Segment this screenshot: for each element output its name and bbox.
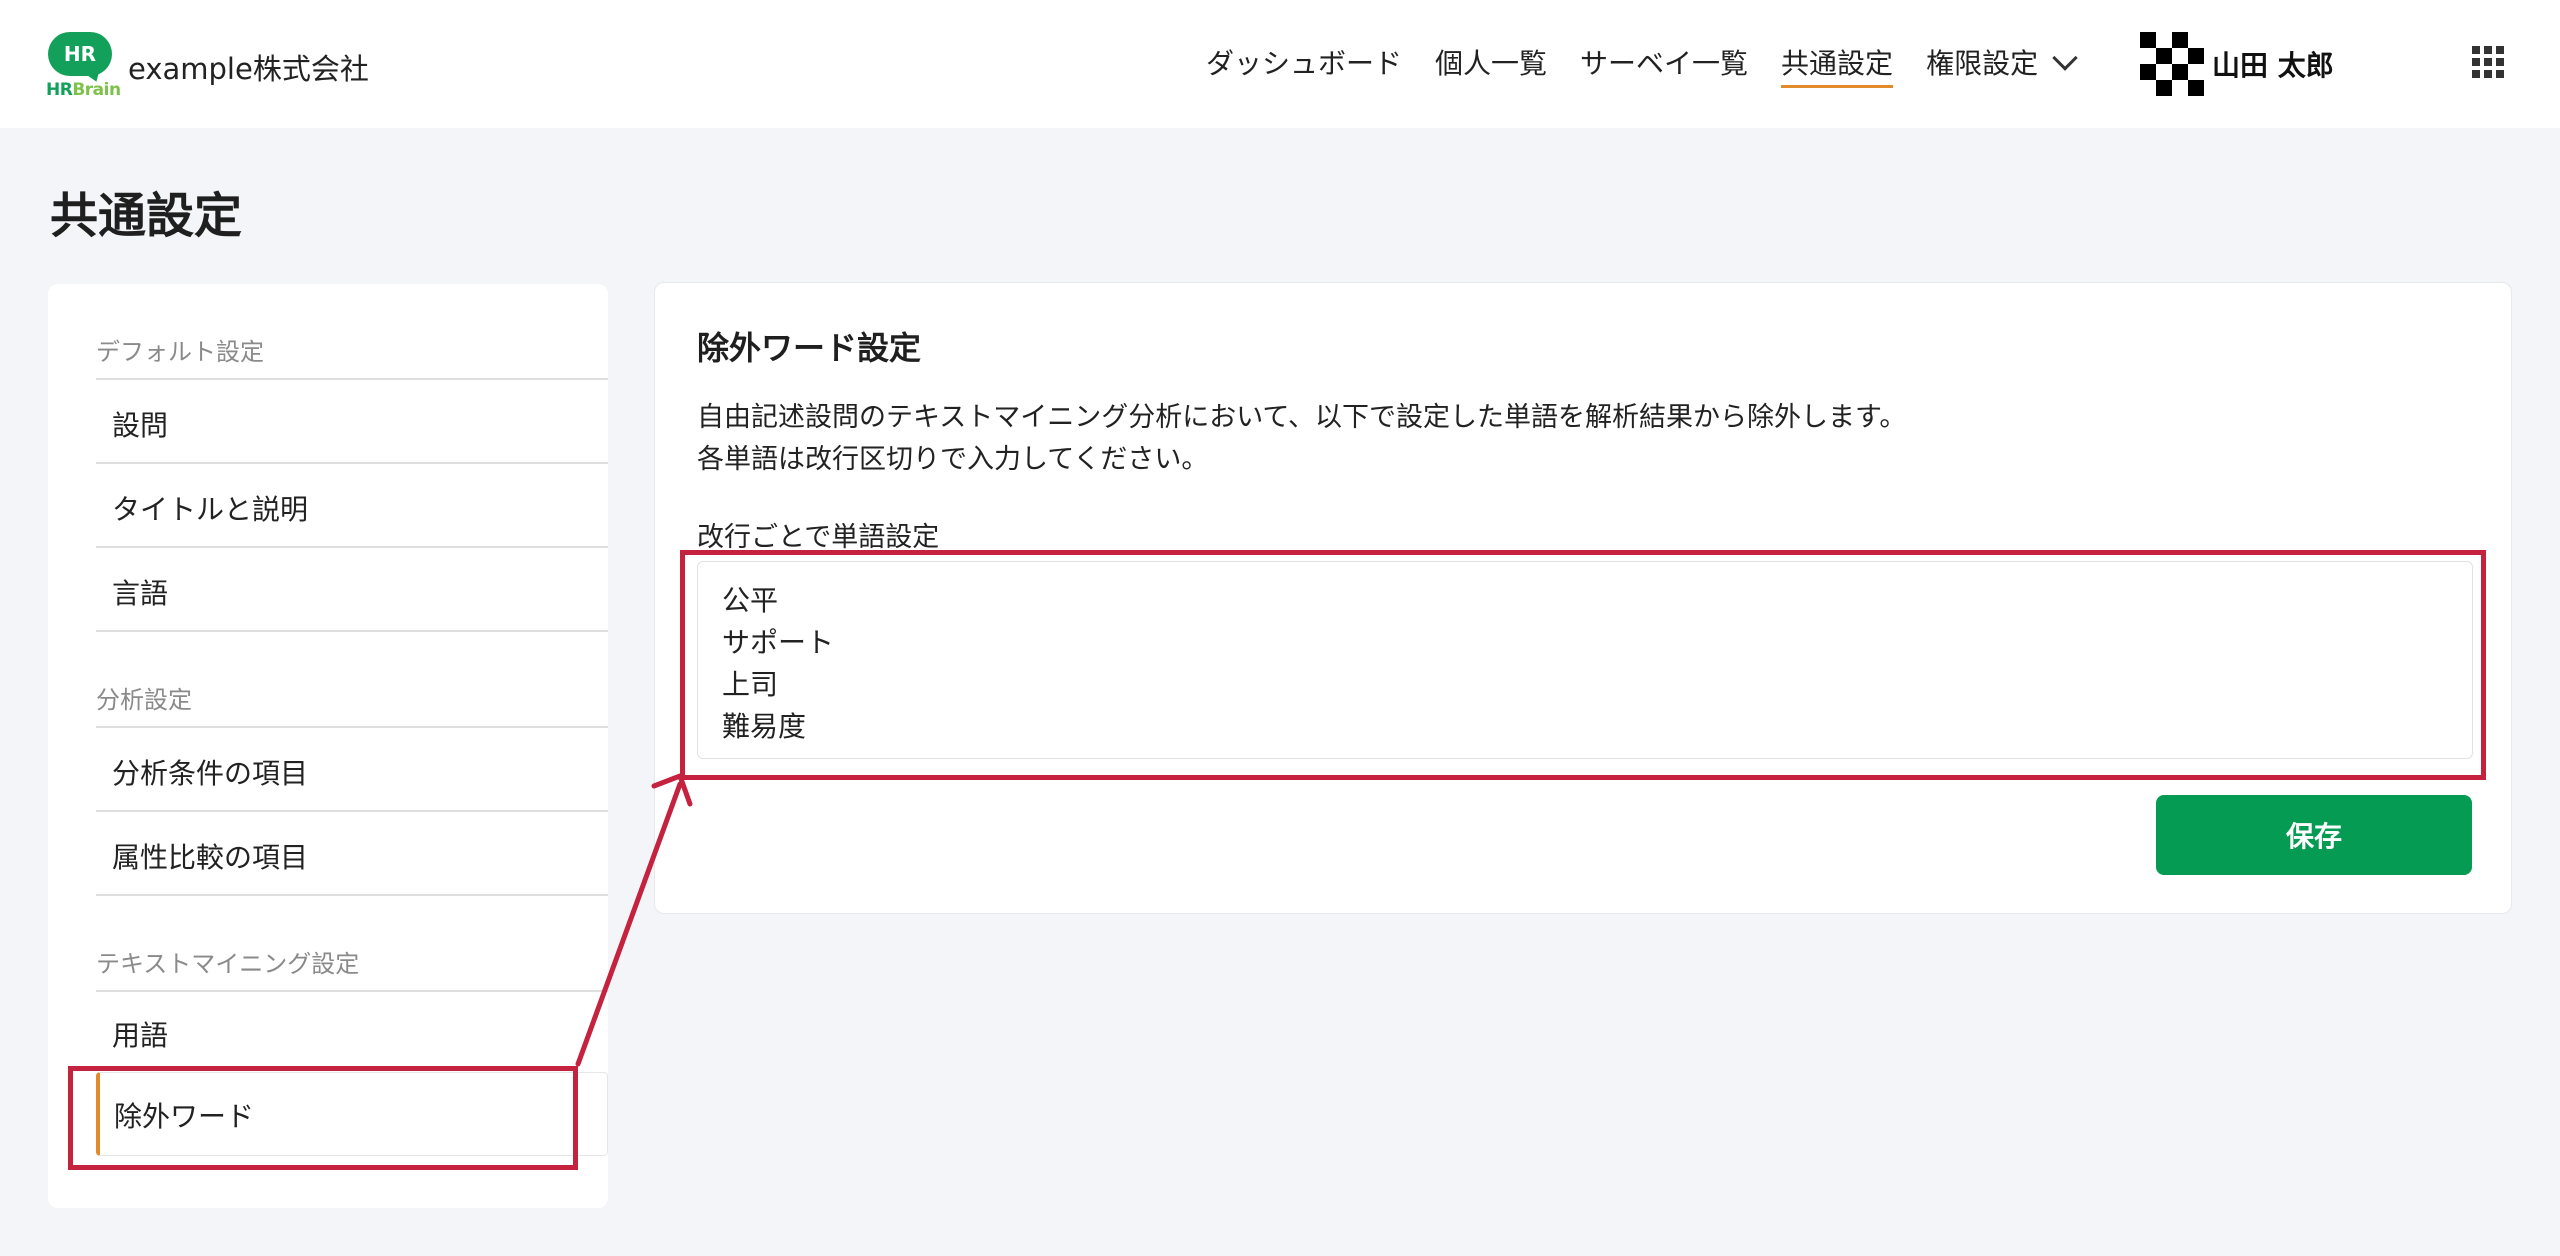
divider bbox=[96, 378, 608, 380]
sidebar-item-questions[interactable]: 設問 bbox=[112, 404, 168, 444]
hrbrain-logo[interactable]: HR HRBrain bbox=[46, 30, 121, 100]
divider bbox=[96, 630, 608, 632]
page-title: 共通設定 bbox=[50, 188, 243, 244]
sidebar-item-attribute-comparison[interactable]: 属性比較の項目 bbox=[112, 836, 308, 876]
field-label: 改行ごとで単語設定 bbox=[697, 522, 940, 553]
divider bbox=[96, 726, 608, 728]
nav-permission-label: 権限設定 bbox=[1926, 47, 2039, 80]
sidebar-item-terms[interactable]: 用語 bbox=[112, 1014, 168, 1054]
divider bbox=[96, 894, 608, 896]
description-line-1: 自由記述設問のテキストマイニング分析において、以下で設定した単語を解析結果から除… bbox=[697, 402, 1907, 433]
annotation-highlight-sidebar-item bbox=[68, 1066, 578, 1170]
chevron-down-icon[interactable] bbox=[2052, 45, 2078, 71]
avatar[interactable] bbox=[2140, 32, 2204, 96]
panel-title: 除外ワード設定 bbox=[697, 329, 922, 367]
sidebar-group-text-mining: テキストマイニング設定 bbox=[96, 950, 360, 978]
save-button[interactable]: 保存 bbox=[2156, 795, 2472, 875]
sidebar-group-analysis: 分析設定 bbox=[96, 686, 192, 714]
nav-common-settings[interactable]: 共通設定 bbox=[1781, 44, 1894, 88]
description-line-2: 各単語は改行区切りで入力してください。 bbox=[697, 444, 1209, 475]
divider bbox=[96, 990, 608, 992]
sidebar-group-default: デフォルト設定 bbox=[96, 338, 264, 366]
divider bbox=[96, 462, 608, 464]
sidebar-item-language[interactable]: 言語 bbox=[112, 572, 168, 612]
main-nav: ダッシュボード 個人一覧 サーベイ一覧 共通設定 権限設定 bbox=[1206, 44, 2107, 88]
panel-description: 自由記述設問のテキストマイニング分析において、以下で設定した単語を解析結果から除… bbox=[697, 397, 1906, 481]
nav-surveys[interactable]: サーベイ一覧 bbox=[1580, 44, 1748, 84]
annotation-highlight-textarea bbox=[680, 550, 2486, 780]
divider bbox=[96, 810, 608, 812]
company-name: example株式会社 bbox=[128, 52, 369, 86]
divider bbox=[96, 546, 608, 548]
logo-wordmark-hr: HR bbox=[46, 80, 73, 100]
top-header: HR HRBrain example株式会社 ダッシュボード 個人一覧 サーベイ… bbox=[0, 0, 2560, 128]
user-name[interactable]: 山田 太郎 bbox=[2212, 44, 2334, 84]
logo-wordmark-brain: Brain bbox=[72, 80, 121, 100]
apps-grid-icon[interactable] bbox=[2472, 46, 2504, 78]
sidebar-item-title-description[interactable]: タイトルと説明 bbox=[112, 488, 308, 528]
sidebar-item-analysis-conditions[interactable]: 分析条件の項目 bbox=[112, 752, 308, 792]
logo-bubble: HR bbox=[48, 32, 112, 76]
nav-individuals[interactable]: 個人一覧 bbox=[1435, 44, 1547, 84]
logo-wordmark: HRBrain bbox=[46, 80, 121, 100]
nav-dashboard[interactable]: ダッシュボード bbox=[1206, 44, 1402, 84]
nav-permission-settings[interactable]: 権限設定 bbox=[1926, 44, 2078, 84]
